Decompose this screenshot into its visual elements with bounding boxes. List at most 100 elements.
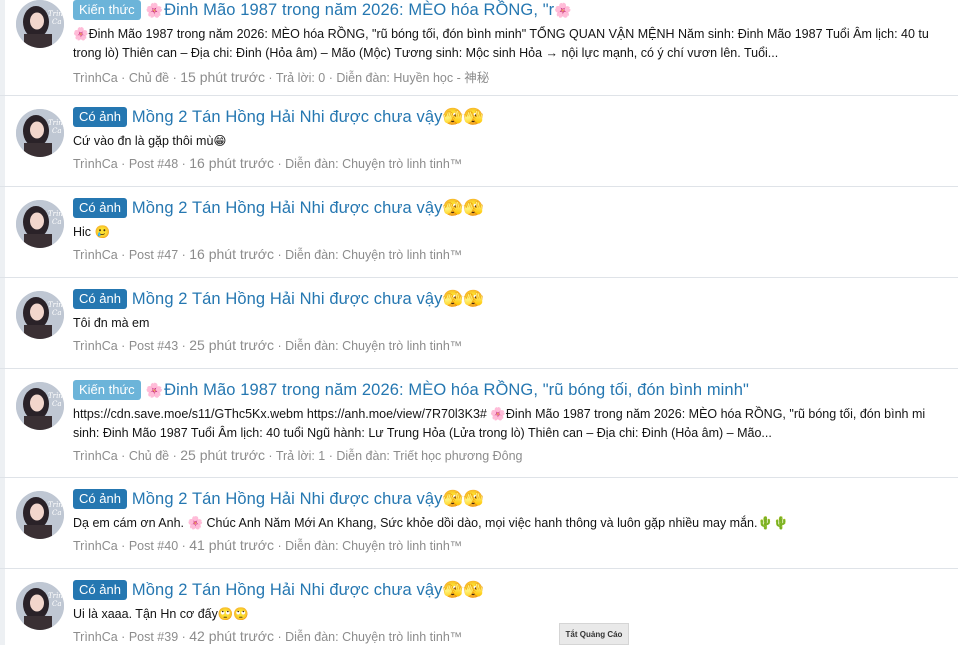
search-result-item: TrìnhCa Có ảnh Mồng 2 Tán Hồng Hải Nhi đượ… (0, 278, 958, 369)
row-accent-bar (0, 187, 5, 277)
result-meta: TrìnhCa · Post #48 · 16 phút trước · Diễ… (73, 155, 463, 171)
search-result-item: TrìnhCa Có ảnh Mồng 2 Tán Hồng Hải Nhi đượ… (0, 569, 958, 645)
flower-icon: 🌸 (145, 1, 164, 18)
svg-text:Ca: Ca (52, 600, 62, 608)
post-snippet: Dạ em cám ơn Anh. 🌸 Chúc Anh Năm Mới An … (73, 516, 789, 530)
thread-title-link[interactable]: Mồng 2 Tán Hồng Hải Nhi được chưa vậy🫣🫣 (132, 490, 484, 509)
forum-link[interactable]: Diễn đàn: Chuyện trò linh tinh™ (285, 339, 462, 353)
svg-text:Trình: Trình (48, 119, 64, 127)
timestamp: 15 phút trước (180, 69, 265, 85)
svg-text:Ca: Ca (52, 309, 62, 317)
post-snippet: Hic 🥲 (73, 225, 111, 239)
timestamp: 41 phút trước (189, 537, 274, 553)
thread-title-link[interactable]: Mồng 2 Tán Hồng Hải Nhi được chưa vậy🫣🫣 (132, 290, 484, 309)
avatar[interactable]: TrìnhCa (16, 109, 64, 157)
author-link[interactable]: TrìnhCa (73, 157, 118, 171)
svg-text:Ca: Ca (52, 509, 62, 517)
prefix-badge[interactable]: Có ảnh (73, 489, 127, 509)
forum-link[interactable]: Diễn đàn: Huyền học - 神秘 (336, 71, 489, 85)
author-link[interactable]: TrìnhCa (73, 449, 118, 463)
avatar[interactable]: TrìnhCa (16, 291, 64, 339)
avatar[interactable]: TrìnhCa (16, 0, 64, 48)
title-row: Có ảnh Mồng 2 Tán Hồng Hải Nhi được chưa … (73, 578, 958, 602)
svg-text:Ca: Ca (52, 127, 62, 135)
search-result-item: TrìnhCa Có ảnh Mồng 2 Tán Hồng Hải Nhi đượ… (0, 187, 958, 278)
title-row: Kiến thức 🌸 Đinh Mão 1987 trong năm 2026: … (73, 378, 958, 402)
row-accent-bar (0, 478, 5, 568)
reply-count: Trả lời: 1 (275, 449, 326, 463)
thread-title-link[interactable]: Mồng 2 Tán Hồng Hải Nhi được chưa vậy🫣🫣 (132, 199, 484, 218)
prefix-badge[interactable]: Kiến thức (73, 380, 141, 400)
author-link[interactable]: TrìnhCa (73, 248, 118, 262)
thread-title-link[interactable]: Mồng 2 Tán Hồng Hải Nhi được chưa vậy🫣🫣 (132, 108, 484, 127)
svg-text:Trình: Trình (48, 592, 64, 600)
result-type: Chủ đề (128, 449, 170, 463)
timestamp: 16 phút trước (189, 246, 274, 262)
svg-text:Ca: Ca (52, 18, 62, 26)
result-type: Post #43 (128, 339, 179, 353)
forum-link[interactable]: Diễn đàn: Chuyện trò linh tinh™ (285, 630, 462, 644)
forum-link[interactable]: Diễn đàn: Triết học phương Đông (336, 449, 522, 463)
prefix-badge[interactable]: Có ảnh (73, 289, 127, 309)
result-meta: TrìnhCa · Post #47 · 16 phút trước · Diễ… (73, 246, 463, 262)
svg-text:Trình: Trình (48, 501, 64, 509)
row-accent-bar (0, 96, 5, 186)
row-accent-bar (0, 0, 5, 95)
timestamp: 25 phút trước (180, 447, 265, 463)
svg-text:Trình: Trình (48, 392, 64, 400)
post-snippet: 🌸Đinh Mão 1987 trong năm 2026: MÈO hóa R… (73, 27, 929, 41)
title-row: Có ảnh Mồng 2 Tán Hồng Hải Nhi được chưa … (73, 287, 958, 311)
reply-count: Trả lời: 0 (275, 71, 326, 85)
post-snippet: Cứ vào đn là gặp thôi mù😁 (73, 134, 227, 148)
thread-title-link[interactable]: Đinh Mão 1987 trong năm 2026: MÈO hóa RỒ… (164, 381, 749, 400)
search-result-item: TrìnhCaKiến thức🌸Đinh Mão 1987 trong năm… (0, 0, 958, 96)
post-snippet: Ui là xaaa. Tận Hn cơ đấy🙄🙄 (73, 607, 249, 621)
prefix-badge[interactable]: Kiến thức (73, 0, 141, 20)
search-result-item: TrìnhCa Kiến thức🌸Đinh Mão 1987 trong năm… (0, 369, 958, 478)
prefix-badge[interactable]: Có ảnh (73, 107, 127, 127)
result-meta: TrìnhCa · Post #40 · 41 phút trước · Diễ… (73, 537, 463, 553)
flower-icon: 🌸 (145, 381, 164, 398)
thread-title-link[interactable]: Đinh Mão 1987 trong năm 2026: MÈO hóa RỒ… (164, 1, 554, 20)
avatar[interactable]: TrìnhCa (16, 382, 64, 430)
author-link[interactable]: TrìnhCa (73, 71, 118, 85)
forum-link[interactable]: Diễn đàn: Chuyện trò linh tinh™ (285, 248, 462, 262)
row-accent-bar (0, 369, 5, 477)
prefix-badge[interactable]: Có ảnh (73, 198, 127, 218)
title-row: Có ảnh Mồng 2 Tán Hồng Hải Nhi được chưa … (73, 487, 958, 511)
result-meta: TrìnhCa · Post #43 · 25 phút trước · Diễ… (73, 337, 463, 353)
row-accent-bar (0, 569, 5, 645)
search-result-item: TrìnhCa Có ảnh Mồng 2 Tán Hồng Hải Nhi đượ… (0, 478, 958, 569)
post-snippet-line2: sinh: Đinh Mão 1987 Tuổi Âm lịch: 40 tuổ… (73, 426, 772, 440)
avatar[interactable]: TrìnhCa (16, 200, 64, 248)
author-link[interactable]: TrìnhCa (73, 339, 118, 353)
svg-text:Trình: Trình (48, 301, 64, 309)
result-meta: TrìnhCa · Chủ đề · 25 phút trước · Trả l… (73, 447, 523, 463)
avatar[interactable]: TrìnhCa (16, 491, 64, 539)
svg-text:Trình: Trình (48, 10, 64, 18)
title-row: Có ảnh Mồng 2 Tán Hồng Hải Nhi được chưa … (73, 196, 958, 220)
avatar[interactable]: TrìnhCa (16, 582, 64, 630)
post-snippet-line2: trong lò) Thiên can – Địa chi: Đinh (Hỏa… (73, 46, 779, 60)
flower-icon: 🌸 (554, 1, 572, 18)
svg-text:Trình: Trình (48, 210, 64, 218)
close-ad-button[interactable]: Tắt Quảng Cáo (559, 623, 629, 645)
timestamp: 25 phút trước (189, 337, 274, 353)
post-snippet: https://cdn.save.moe/s11/GThc5Kx.webm ht… (73, 407, 926, 421)
result-type: Chủ đề (128, 71, 170, 85)
thread-title-link[interactable]: Mồng 2 Tán Hồng Hải Nhi được chưa vậy🫣🫣 (132, 581, 484, 600)
svg-text:Ca: Ca (52, 400, 62, 408)
author-link[interactable]: TrìnhCa (73, 630, 118, 644)
post-snippet: Tôi đn mà em (73, 316, 150, 330)
forum-link[interactable]: Diễn đàn: Chuyện trò linh tinh™ (285, 539, 462, 553)
row-accent-bar (0, 278, 5, 368)
result-meta: TrìnhCa · Chủ đề · 15 phút trước · Trả l… (73, 69, 490, 85)
timestamp: 42 phút trước (189, 628, 274, 644)
result-type: Post #47 (128, 248, 179, 262)
result-type: Post #48 (128, 157, 179, 171)
prefix-badge[interactable]: Có ảnh (73, 580, 127, 600)
title-row: Kiến thức 🌸 Đinh Mão 1987 trong năm 2026: … (73, 0, 958, 22)
author-link[interactable]: TrìnhCa (73, 539, 118, 553)
forum-link[interactable]: Diễn đàn: Chuyện trò linh tinh™ (285, 157, 462, 171)
svg-text:Ca: Ca (52, 218, 62, 226)
